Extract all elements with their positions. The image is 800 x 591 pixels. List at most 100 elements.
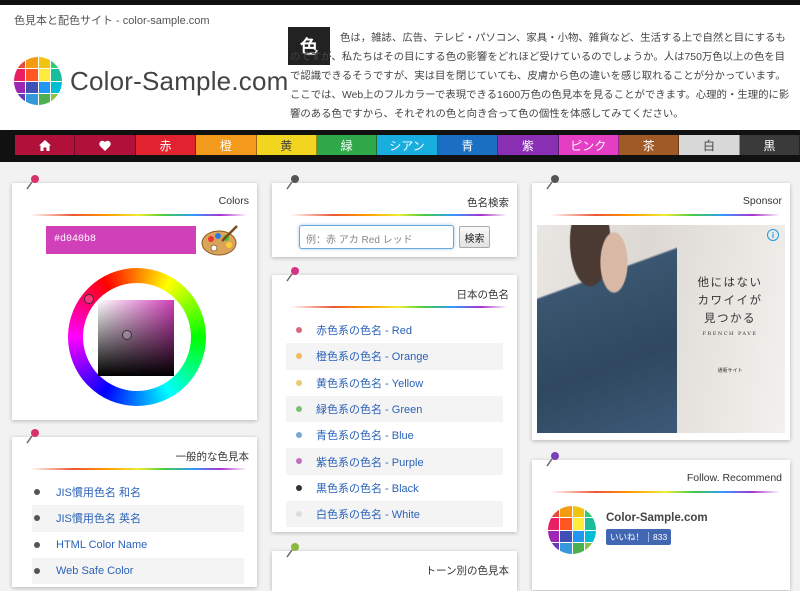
- general-color-link[interactable]: JIS慣用色名 和名: [32, 479, 244, 505]
- pin-icon: [546, 175, 559, 190]
- bullet-dot-icon: [296, 379, 302, 386]
- title-divider: [290, 306, 507, 308]
- site-header: 色見本と配色サイト - color-sample.com Color-Sampl…: [0, 5, 800, 130]
- like-count: 833: [648, 532, 667, 542]
- title-divider: [30, 214, 247, 216]
- general-color-label: JIS慣用色名 英名: [56, 513, 141, 526]
- title-divider: [550, 491, 780, 493]
- japanese-color-label: 青色系の色名 - Blue: [316, 430, 414, 443]
- ad-subtext: 通販サイト: [717, 368, 743, 374]
- color-nav: 赤橙黄緑シアン青紫ピンク茶白黒: [0, 130, 800, 162]
- general-colors-card: 一般的な色見本 JIS慣用色名 和名 JIS慣用色名 英名 HTML Color N…: [12, 429, 257, 587]
- general-color-link[interactable]: Web Safe Color: [32, 557, 244, 585]
- follow-logo-icon[interactable]: [548, 506, 596, 554]
- nav-color-6[interactable]: シアン: [377, 135, 438, 155]
- search-button[interactable]: 検索: [459, 226, 490, 248]
- ad-copy: 他にはない カワイイが 見つかる FRENCH PAVE 通販サイト: [685, 273, 775, 374]
- japanese-color-label: 橙色系の色名 - Orange: [316, 351, 429, 364]
- japanese-color-label: 黒色系の色名 - Black: [316, 482, 419, 495]
- nav-color-3[interactable]: 橙: [196, 135, 257, 155]
- nav-color-7[interactable]: 青: [437, 135, 499, 155]
- ad-line-3: 見つかる: [704, 311, 756, 325]
- tone-colors-card: トーン別の色見本: [272, 543, 517, 591]
- facebook-like-button[interactable]: いいね！ 833: [606, 529, 672, 545]
- general-colors-list: JIS慣用色名 和名 JIS慣用色名 英名 HTML Color Name Web S…: [32, 479, 244, 585]
- nav-home[interactable]: [15, 135, 76, 155]
- sponsor-ad[interactable]: 他にはない カワイイが 見つかる FRENCH PAVE 通販サイト i: [537, 225, 785, 433]
- pin-icon: [26, 175, 39, 190]
- color-search-input[interactable]: 例：赤 アカ Red レッド: [299, 225, 454, 249]
- nav-color-8[interactable]: 紫: [498, 135, 559, 155]
- pin-icon: [286, 175, 299, 190]
- general-color-label: JIS慣用色名 和名: [56, 487, 141, 500]
- japanese-color-names-card: 日本の色名 赤色系の色名 - Red 橙色系の色名 - Orange 黄色系の色名 …: [272, 267, 517, 532]
- ad-info-icon[interactable]: i: [767, 229, 779, 241]
- nav-color-9[interactable]: ピンク: [558, 135, 619, 155]
- japanese-color-link[interactable]: 黄色系の色名 - Yellow: [286, 370, 503, 396]
- japanese-color-label: 紫色系の色名 - Purple: [316, 456, 424, 469]
- japanese-color-label: 白色系の色名 - White: [316, 509, 420, 522]
- bullet-dot-icon: [296, 511, 302, 518]
- pin-icon: [286, 267, 299, 282]
- bullet-dot-icon: [296, 432, 302, 439]
- sponsor-card: Sponsor 他にはない カワイイが 見つかる FRENCH PAVE 通販サ…: [532, 175, 790, 440]
- japanese-color-label: 緑色系の色名 - Green: [316, 404, 423, 417]
- color-search-card: 色名検索 例：赤 アカ Red レッド 検索: [272, 175, 517, 257]
- japanese-color-label: 赤色系の色名 - Red: [316, 325, 412, 338]
- japanese-color-link[interactable]: 黒色系の色名 - Black: [286, 475, 503, 501]
- follow-card: Follow. Recommend Color-Sample.com いいね！ …: [532, 452, 790, 590]
- japanese-color-link[interactable]: 緑色系の色名 - Green: [286, 395, 503, 423]
- japanese-color-list: 赤色系の色名 - Red 橙色系の色名 - Orange 黄色系の色名 - Yell…: [286, 317, 503, 528]
- sv-handle[interactable]: [122, 330, 132, 340]
- japanese-color-names-title: 日本の色名: [456, 289, 510, 301]
- hex-color-field[interactable]: #d040b8: [46, 226, 196, 254]
- japanese-color-link[interactable]: 橙色系の色名 - Orange: [286, 343, 503, 370]
- bullet-dot-icon: [34, 489, 40, 495]
- general-color-link[interactable]: HTML Color Name: [32, 532, 244, 558]
- site-tagline: 色見本と配色サイト - color-sample.com: [14, 15, 210, 27]
- hue-handle[interactable]: [84, 294, 94, 304]
- bullet-dot-icon: [296, 484, 302, 491]
- nav-color-10[interactable]: 茶: [618, 135, 680, 155]
- pin-icon: [546, 452, 559, 467]
- nav-color-12[interactable]: 黒: [739, 135, 800, 155]
- title-divider: [550, 214, 780, 216]
- general-colors-title: 一般的な色見本: [175, 451, 250, 463]
- japanese-color-link[interactable]: 紫色系の色名 - Purple: [286, 448, 503, 475]
- logo-text: Color-Sample.com: [70, 65, 289, 96]
- saturation-value-picker[interactable]: [98, 300, 174, 376]
- japanese-color-link[interactable]: 赤色系の色名 - Red: [286, 317, 503, 343]
- follow-title: Follow. Recommend: [686, 472, 782, 484]
- follow-page-name[interactable]: Color-Sample.com: [606, 512, 708, 524]
- logo-mosaic-icon: [14, 57, 62, 105]
- site-logo[interactable]: Color-Sample.com: [14, 57, 289, 105]
- japanese-color-link[interactable]: 白色系の色名 - White: [286, 501, 503, 528]
- pin-icon: [26, 429, 39, 444]
- home-icon: [38, 139, 51, 151]
- bullet-dot-icon: [296, 405, 302, 412]
- general-color-label: Web Safe Color: [56, 565, 134, 578]
- nav-color-4[interactable]: 黄: [256, 135, 317, 155]
- nav-color-5[interactable]: 緑: [316, 135, 378, 155]
- general-color-label: HTML Color Name: [56, 538, 148, 551]
- ad-model-image: [537, 225, 677, 433]
- colors-card: Colors #d040b8: [12, 175, 257, 420]
- nav-favorites[interactable]: [75, 135, 136, 155]
- pin-icon: [286, 543, 299, 558]
- title-divider: [30, 468, 247, 470]
- colors-title: Colors: [218, 195, 249, 207]
- intro-text: 色は，雑誌、広告、テレビ・パソコン、家具・小物、雑貨など、生活する上で自然と目に…: [290, 33, 790, 120]
- nav-color-2[interactable]: 赤: [135, 135, 197, 155]
- like-label: いいね！: [610, 532, 645, 542]
- search-title: 色名検索: [467, 197, 509, 209]
- paint-palette-icon: [201, 225, 238, 256]
- nav-color-11[interactable]: 白: [679, 135, 740, 155]
- general-color-link[interactable]: JIS慣用色名 英名: [32, 505, 244, 532]
- bullet-dot-icon: [296, 327, 302, 333]
- bullet-dot-icon: [34, 515, 40, 522]
- title-divider: [290, 214, 507, 216]
- bullet-dot-icon: [296, 353, 302, 360]
- ad-line-2: カワイイが: [697, 293, 763, 307]
- japanese-color-link[interactable]: 青色系の色名 - Blue: [286, 422, 503, 448]
- heart-icon: [99, 140, 111, 151]
